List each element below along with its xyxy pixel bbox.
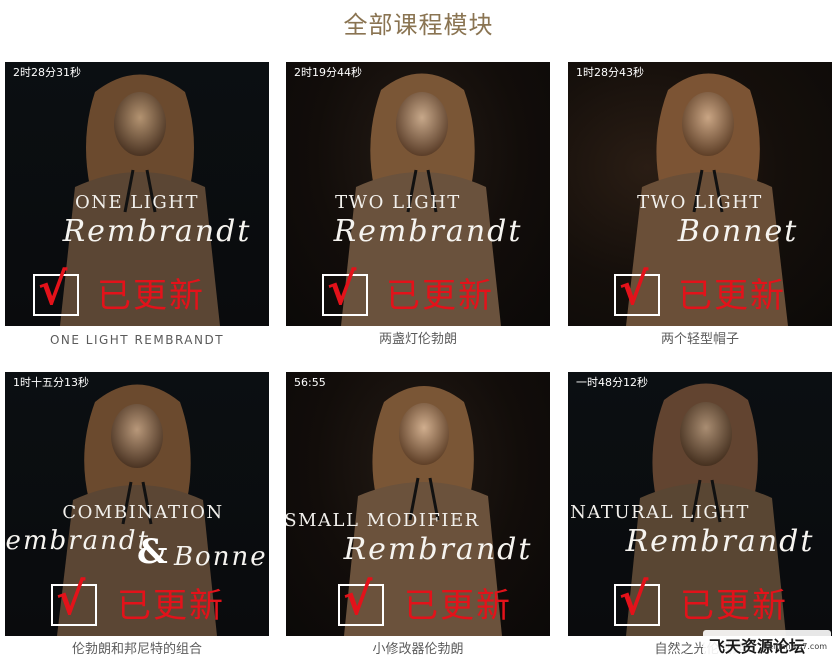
course-title[interactable]: 小修改器伦勃朗 [286, 642, 550, 658]
duration-label: 1时十五分13秒 [13, 376, 89, 389]
updated-badge: 已更新 [97, 276, 205, 316]
thumb-script: Rembrandt [625, 524, 815, 559]
thumb-title: NATURAL LIGHT [570, 502, 750, 523]
checkmark-icon: √ [614, 574, 660, 626]
checkmark-icon: √ [322, 264, 368, 316]
course-thumbnail[interactable]: 2时28分31秒 ONE LIGHT Rembrandt √ 已更新 [5, 62, 269, 326]
updated-badge: 已更新 [386, 276, 494, 316]
thumb-title: ONE LIGHT [74, 192, 199, 213]
thumb-script-right: Bonnet [173, 542, 269, 572]
duration-label: 1时28分43秒 [576, 66, 644, 79]
checkmark-icon: √ [614, 264, 660, 316]
course-title[interactable]: ONE LIGHT REMBRANDT [5, 332, 269, 348]
checkmark-icon: √ [338, 574, 384, 626]
course-title[interactable]: 两个轻型帽子 [568, 332, 832, 348]
thumb-script: Bonnet [677, 214, 799, 249]
duration-label: 56:55 [294, 376, 326, 389]
thumb-script: Rembrandt [343, 532, 533, 567]
thumb-title: TWO LIGHT [637, 192, 763, 213]
checkmark-icon: √ [51, 574, 97, 626]
updated-badge: 已更新 [117, 586, 225, 626]
course-title[interactable]: 伦勃朗和邦尼特的组合 [5, 642, 269, 658]
course-thumbnail[interactable]: 1时十五分13秒 COMBINATION Rembrandt & Bonnet … [5, 372, 269, 636]
course-thumbnail[interactable]: 1时28分43秒 TWO LIGHT Bonnet √ 已更新 [568, 62, 832, 326]
site-watermark: 飞天资源论坛 feitianwu7.com [703, 630, 831, 660]
checkmark-icon: √ [33, 264, 79, 316]
course-thumbnail[interactable]: 一时48分12秒 NATURAL LIGHT Rembrandt √ 已更新 [568, 372, 832, 636]
page-title: 全部课程模块 [343, 11, 494, 39]
updated-badge: 已更新 [404, 586, 512, 626]
thumb-title: COMBINATION [62, 502, 224, 523]
thumb-script: Rembrandt [62, 214, 252, 249]
course-card-natural-light[interactable]: 一时48分12秒 NATURAL LIGHT Rembrandt √ 已更新 自… [568, 372, 832, 658]
course-card-two-light-rembrandt[interactable]: 2时19分44秒 TWO LIGHT Rembrandt √ 已更新 两盏灯伦勃… [286, 62, 550, 348]
updated-badge: 已更新 [680, 586, 788, 626]
thumb-title: SMALL MODIFIER [286, 510, 480, 531]
course-card-small-modifier[interactable]: 56:55 SMALL MODIFIER Rembrandt √ 已更新 小修改… [286, 372, 550, 658]
course-card-combination[interactable]: 1时十五分13秒 COMBINATION Rembrandt & Bonnet … [5, 372, 269, 658]
thumb-script: Rembrandt [333, 214, 523, 249]
course-thumbnail[interactable]: 2时19分44秒 TWO LIGHT Rembrandt √ 已更新 [286, 62, 550, 326]
watermark-url: feitianwu7.com [765, 642, 827, 651]
course-card-two-light-bonnet[interactable]: 1时28分43秒 TWO LIGHT Bonnet √ 已更新 两个轻型帽子 [568, 62, 832, 348]
duration-label: 2时19分44秒 [294, 66, 362, 79]
course-card-one-light-rembrandt[interactable]: 2时28分31秒 ONE LIGHT Rembrandt √ 已更新 ONE L… [5, 62, 269, 348]
course-thumbnail[interactable]: 56:55 SMALL MODIFIER Rembrandt √ 已更新 [286, 372, 550, 636]
course-title[interactable]: 两盏灯伦勃朗 [286, 332, 550, 348]
duration-label: 一时48分12秒 [576, 376, 648, 389]
updated-badge: 已更新 [678, 276, 786, 316]
thumb-title: TWO LIGHT [335, 192, 461, 213]
duration-label: 2时28分31秒 [13, 66, 81, 79]
